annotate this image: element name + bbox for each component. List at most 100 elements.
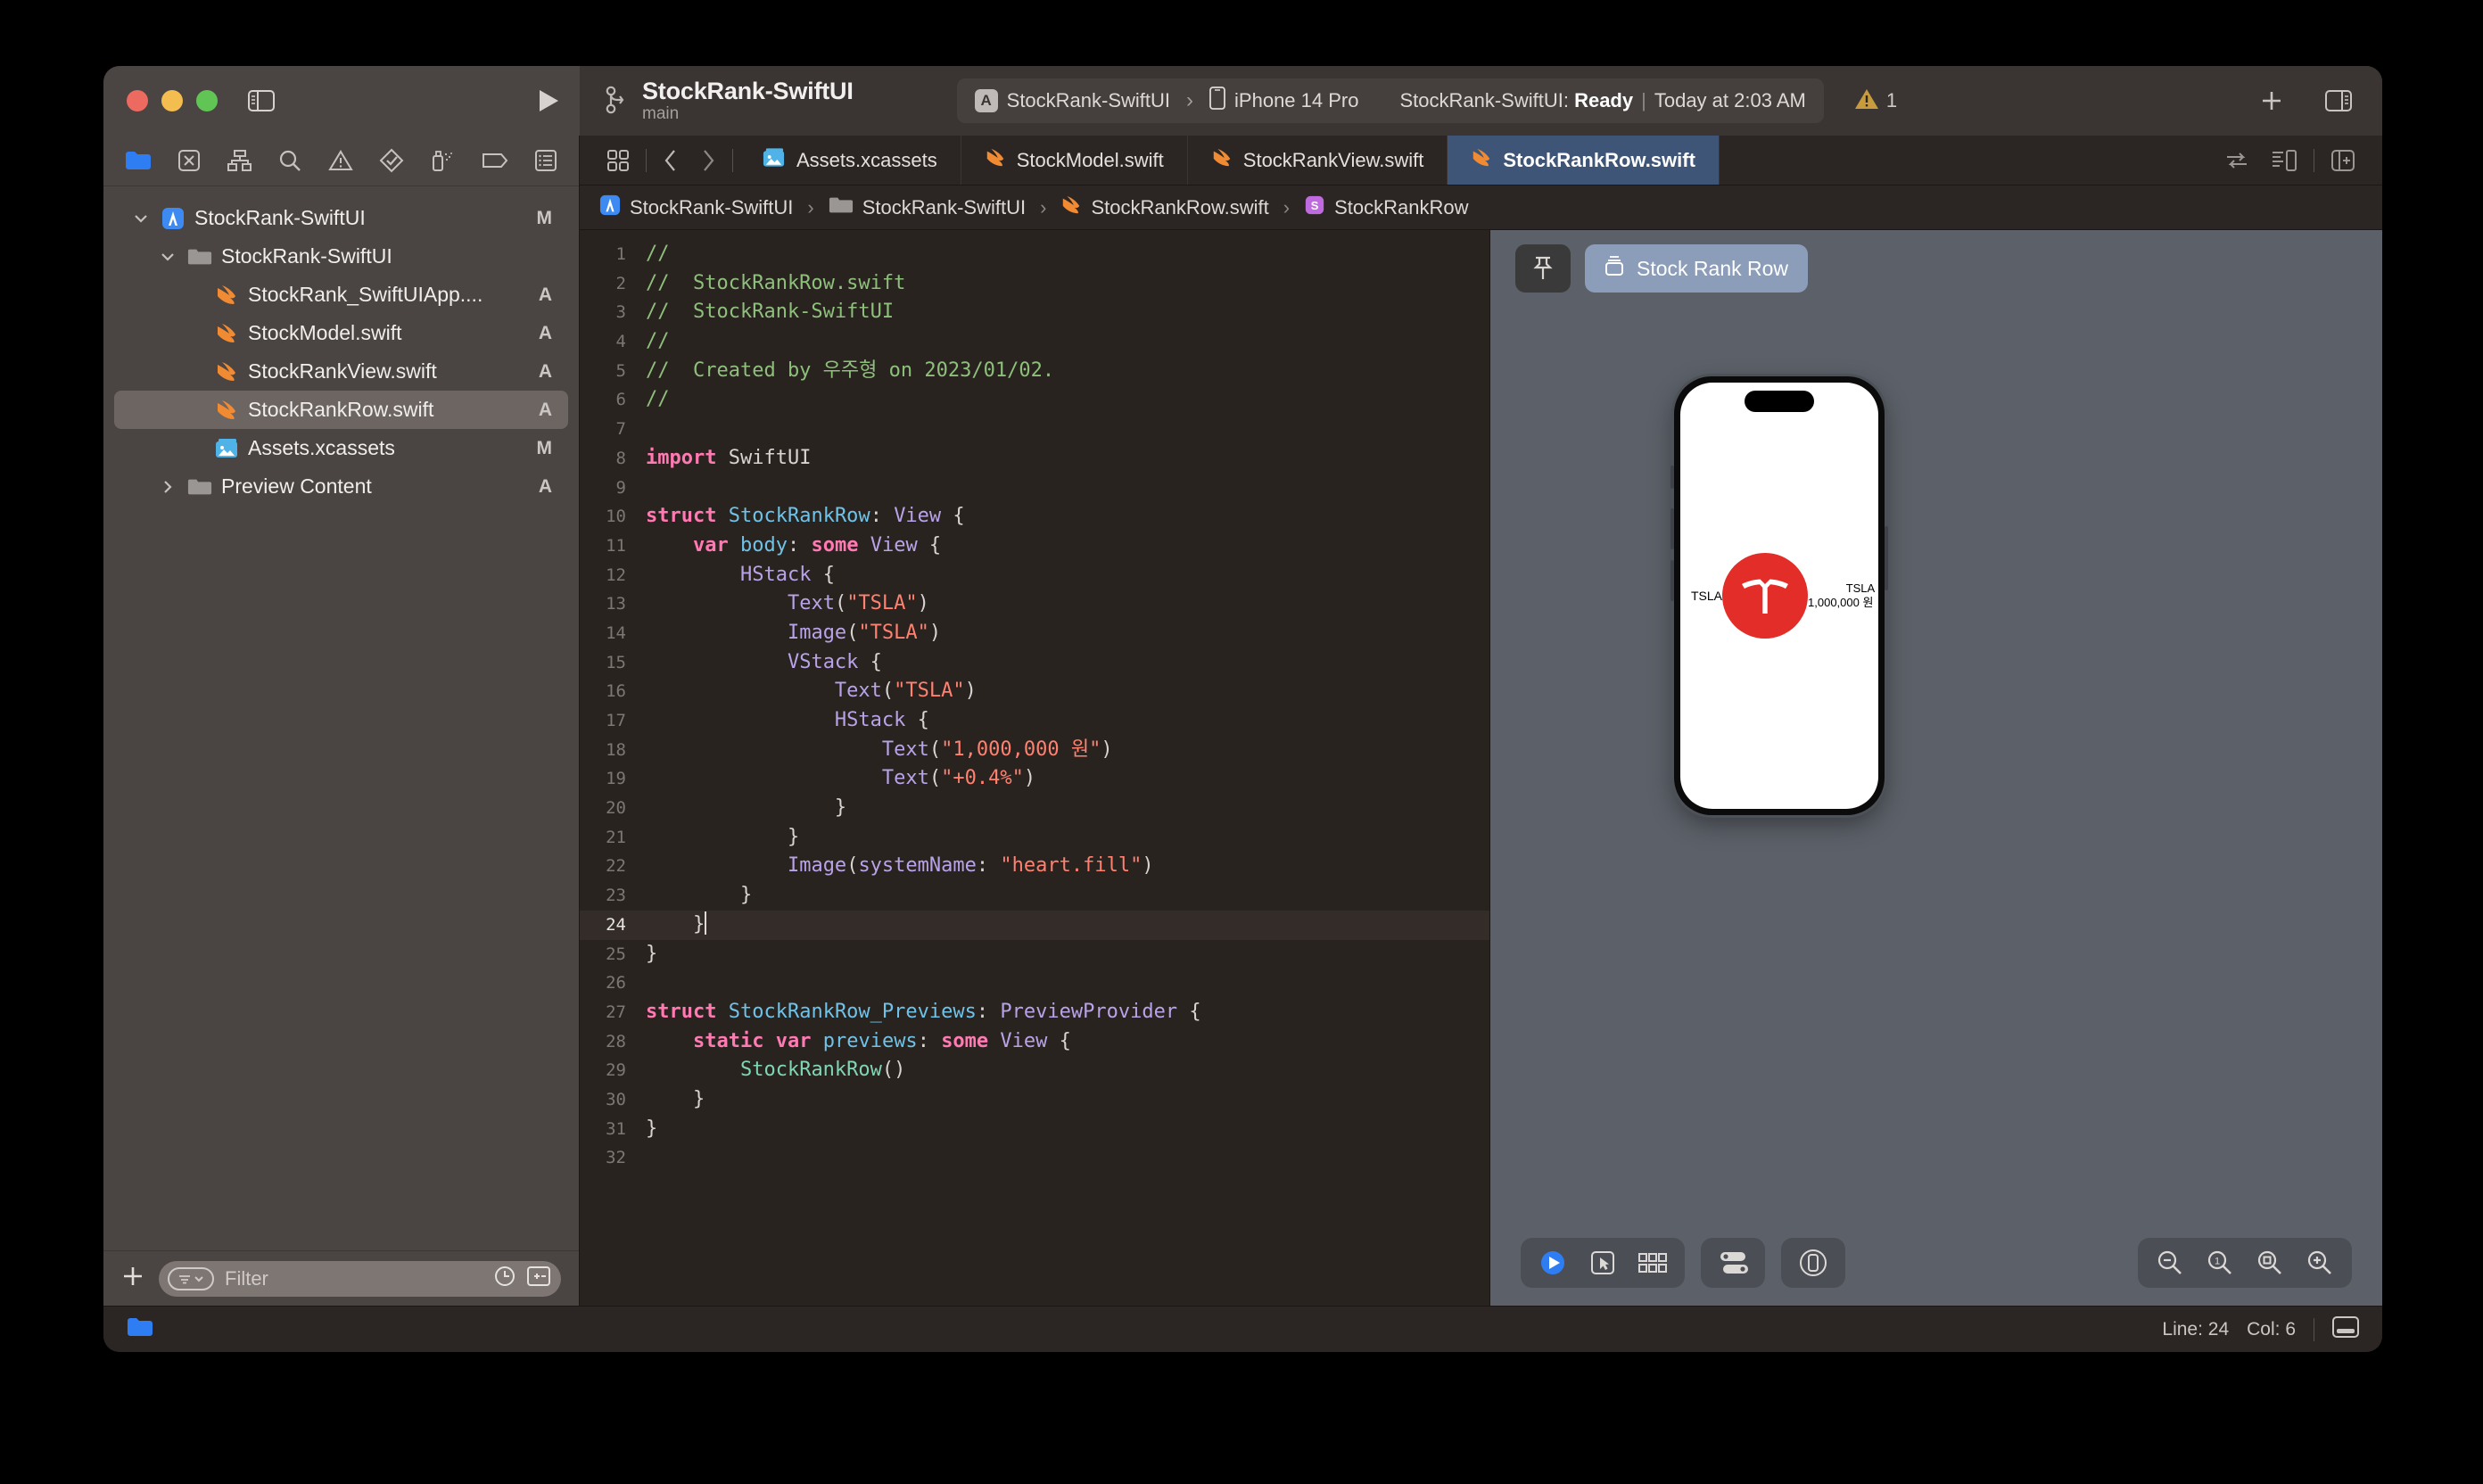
code-line[interactable]: 27 struct StockRankRow_Previews: PreviewP… [580,998,1489,1027]
plus-icon[interactable] [2259,88,2284,113]
code-line[interactable]: 12 HStack { [580,561,1489,590]
selectable-pointer-icon[interactable] [1578,1238,1628,1288]
code-line[interactable]: 16 Text("TSLA") [580,677,1489,706]
code-line[interactable]: 17 HStack { [580,706,1489,736]
plus-icon[interactable] [121,1265,144,1292]
file-tree-row[interactable]: StockModel.swift A [114,314,568,352]
warning-indicator[interactable]: 1 [1854,87,1897,115]
code-line[interactable]: 24 } [580,910,1489,940]
device-screen[interactable]: TSLA TSLA 1,000,000 원 [1680,383,1878,809]
code-line[interactable]: 19 Text("+0.4%") [580,764,1489,794]
preview-variant-button[interactable]: Stock Rank Row [1585,244,1809,293]
code-line[interactable]: 26 [580,969,1489,998]
activity-status-pill[interactable]: A StockRank-SwiftUI › iPhone 14 Pro Stoc… [956,78,1824,123]
minimize-button[interactable] [161,90,183,111]
code-line[interactable]: 7 [580,415,1489,444]
code-line[interactable]: 21 } [580,823,1489,853]
back-chevron-icon[interactable] [652,149,689,172]
code-line[interactable]: 5 // Created by 우주형 on 2023/01/02. [580,357,1489,386]
source-editor[interactable]: 1 // 2 // StockRankRow.swift 3 // StockRank-S… [580,230,1490,1306]
editor-tab[interactable]: Assets.xcassets [738,136,961,185]
code-content[interactable]: 1 // 2 // StockRankRow.swift 3 // StockRank-S… [580,230,1489,1173]
code-line[interactable]: 30 } [580,1085,1489,1115]
editor-tab[interactable]: StockRankView.swift [1188,136,1448,185]
chevron-down-icon[interactable] [130,213,152,224]
breakpoint-tag-icon[interactable] [482,151,508,170]
file-tree-row-selected[interactable]: StockRankRow.swift A [114,391,568,429]
code-line[interactable]: 9 [580,474,1489,503]
search-icon[interactable] [278,149,301,172]
file-tree-row[interactable]: StockRankView.swift A [114,352,568,391]
chevron-right-icon[interactable] [157,480,178,494]
close-button[interactable] [127,90,148,111]
editor-tab[interactable]: StockModel.swift [961,136,1188,185]
run-play-icon[interactable] [537,88,560,113]
breadcrumb-item[interactable]: StockRankRow.swift [1060,194,1269,221]
test-diamond-icon[interactable] [379,148,404,173]
code-line[interactable]: 10 struct StockRankRow: View { [580,502,1489,532]
code-line[interactable]: 4 // [580,327,1489,357]
code-line[interactable]: 6 // [580,385,1489,415]
code-line[interactable]: 25} [580,940,1489,969]
file-tree-row[interactable]: StockRank-SwiftUI M [114,199,568,237]
device-settings-icon[interactable] [1708,1238,1758,1288]
code-line[interactable]: 22 Image(systemName: "heart.fill") [580,852,1489,881]
scheme-selector[interactable]: A StockRank-SwiftUI [974,89,1170,112]
zoom-100-icon[interactable]: 1 [2195,1238,2245,1288]
code-line[interactable]: 28 static var previews: some View { [580,1027,1489,1057]
forward-chevron-icon[interactable] [689,149,727,172]
symbol-hierarchy-icon[interactable] [227,149,252,172]
code-line[interactable]: 31} [580,1115,1489,1144]
filter-input[interactable]: Filter [159,1260,561,1297]
code-line[interactable]: 13 Text("TSLA") [580,589,1489,619]
zoom-fit-icon[interactable] [2245,1238,2295,1288]
code-line[interactable]: 8 import SwiftUI [580,444,1489,474]
code-line[interactable]: 2 // StockRankRow.swift [580,269,1489,299]
file-tree-row[interactable]: Preview Content A [114,467,568,506]
minimap-icon[interactable] [2260,149,2308,171]
code-line[interactable]: 20 } [580,794,1489,823]
scheme-block[interactable]: StockRank-SwiftUI main [605,78,854,124]
debug-area-toggle-icon[interactable] [2332,1316,2359,1342]
variants-grid-icon[interactable] [1628,1238,1678,1288]
code-line[interactable]: 1 // [580,240,1489,269]
sidebar-toggle-icon[interactable] [248,90,275,111]
code-line[interactable]: 23 } [580,881,1489,911]
code-review-icon[interactable] [2214,151,2260,170]
zoom-button[interactable] [196,90,218,111]
code-line[interactable]: 14 Image("TSLA") [580,619,1489,648]
code-line[interactable]: 29 StockRankRow() [580,1056,1489,1085]
breadcrumb-item[interactable]: StockRank-SwiftUI [829,194,1026,221]
source-control-icon[interactable] [177,149,201,172]
code-line[interactable]: 15 VStack { [580,648,1489,678]
breadcrumb-item[interactable]: S StockRankRow [1304,194,1468,221]
report-list-icon[interactable] [534,149,557,172]
warning-triangle-icon[interactable] [327,149,353,172]
code-line[interactable]: 32 [580,1143,1489,1173]
clock-icon[interactable] [493,1265,516,1292]
code-line[interactable]: 3 // StockRank-SwiftUI [580,298,1489,327]
debug-spray-icon[interactable] [430,149,455,172]
folder-icon[interactable] [125,150,152,171]
destination-selector[interactable]: iPhone 14 Pro [1209,87,1358,115]
zoom-in-icon[interactable] [2295,1238,2345,1288]
file-tree-row[interactable]: StockRank-SwiftUI [114,237,568,276]
pin-icon[interactable] [1515,244,1571,293]
added-removed-icon[interactable] [527,1266,550,1291]
tab-overview-icon[interactable] [596,149,640,171]
file-tree-row[interactable]: Assets.xcassets M [114,429,568,467]
live-preview-play-icon[interactable] [1528,1238,1578,1288]
code-line[interactable]: 11 var body: some View { [580,532,1489,561]
folder-blue-icon[interactable] [127,1316,153,1342]
editor-tab-active[interactable]: StockRankRow.swift [1448,136,1720,185]
line-number: 9 [615,477,626,498]
inspector-toggle-icon[interactable] [2325,90,2352,111]
code-line[interactable]: 18 Text("1,000,000 원") [580,736,1489,765]
file-tree-row[interactable]: StockRank_SwiftUIApp.... A [114,276,568,314]
breadcrumb-item[interactable]: StockRank-SwiftUI [599,194,793,221]
add-editor-icon[interactable] [2320,149,2366,171]
filter-scope-icon[interactable] [168,1266,214,1290]
chevron-down-icon[interactable] [157,251,178,262]
zoom-out-icon[interactable] [2145,1238,2195,1288]
device-preview-icon[interactable] [1788,1238,1838,1288]
